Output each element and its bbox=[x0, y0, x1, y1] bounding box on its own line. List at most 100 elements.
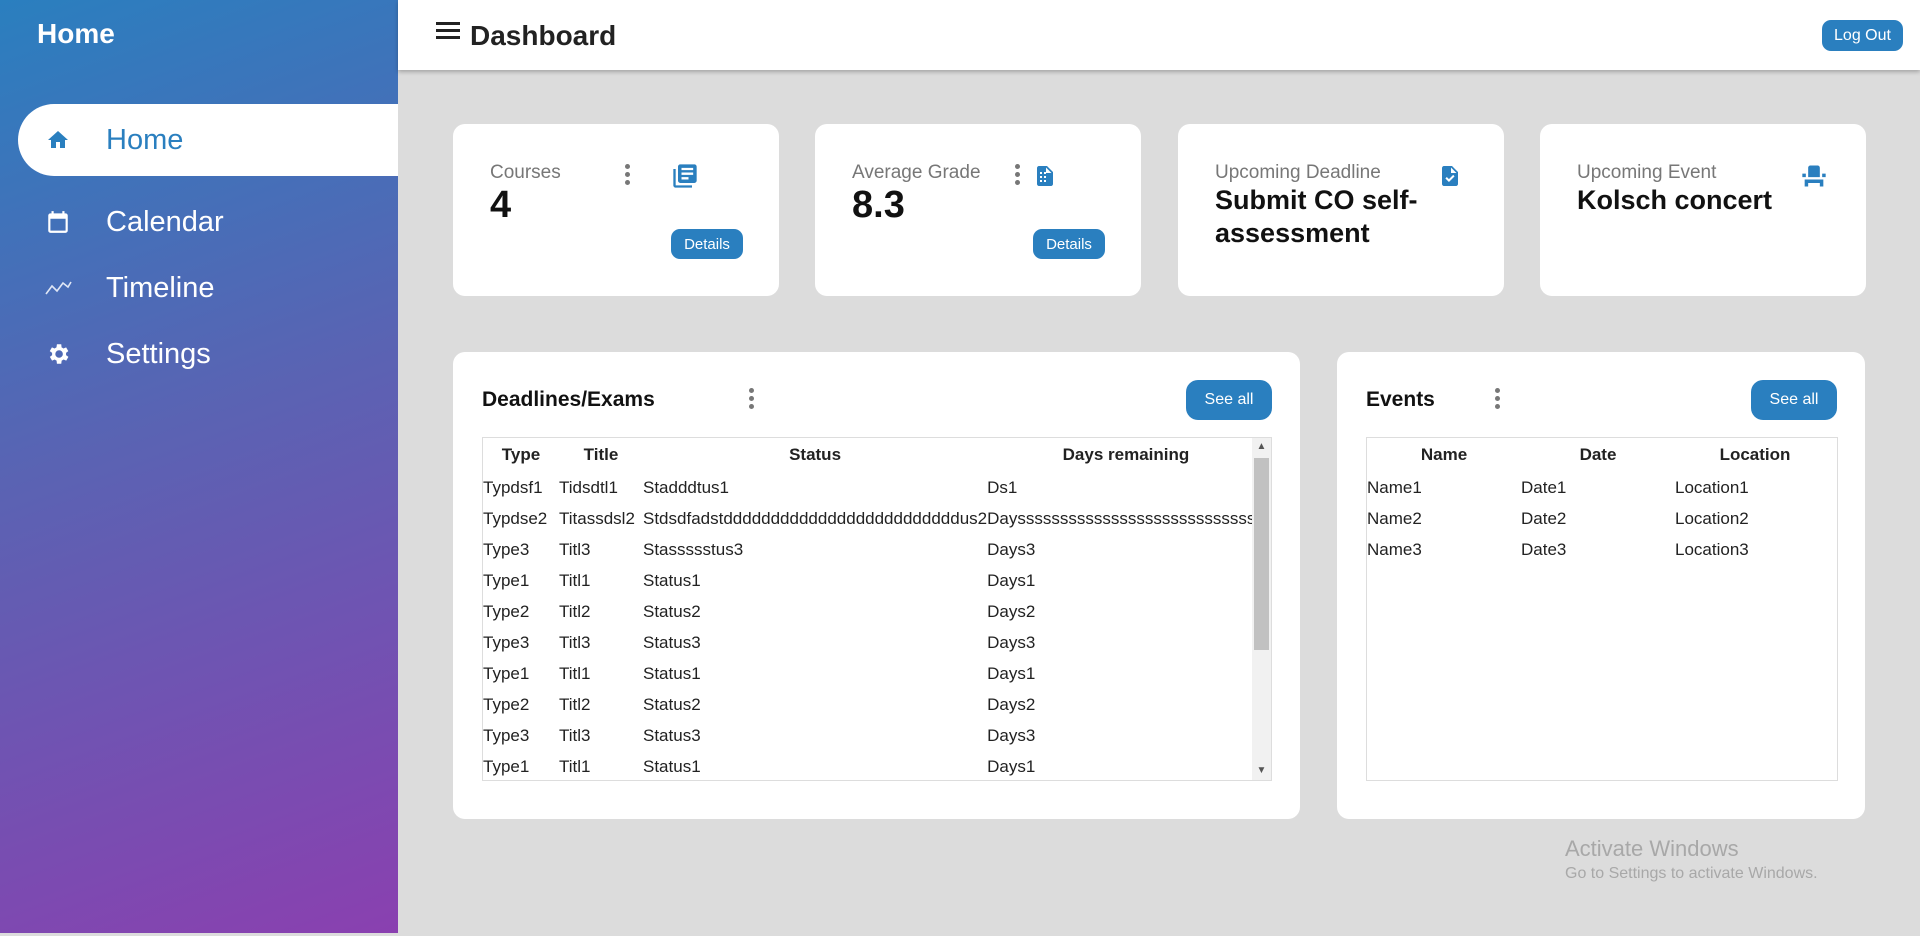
card-value: Kolsch concert bbox=[1577, 185, 1773, 215]
table-row[interactable]: Typdse2 Titassdsl2 Stdsdfadstddddddddddddd… bbox=[483, 503, 1265, 534]
card-label: Average Grade bbox=[852, 162, 981, 183]
column-header[interactable]: Title bbox=[559, 438, 643, 472]
table-cell: Type3 bbox=[483, 539, 530, 559]
table-row[interactable]: Type3 Titl3 Stassssstus3 Days3 bbox=[483, 534, 1265, 565]
table-cell: Stadddtus1 bbox=[643, 477, 730, 497]
see-all-button[interactable]: See all bbox=[1186, 380, 1272, 420]
table-row[interactable]: Type2 Titl2 Status2 Days2 bbox=[483, 689, 1265, 720]
table-cell: Titl3 bbox=[559, 725, 591, 745]
column-header[interactable]: Status bbox=[643, 438, 987, 472]
scrollbar-thumb[interactable] bbox=[1254, 458, 1269, 650]
more-options-icon[interactable] bbox=[1013, 164, 1021, 186]
scrollbar[interactable]: ▲ ▼ bbox=[1252, 438, 1271, 780]
courses-card: Courses 4 Details bbox=[453, 124, 779, 296]
column-header[interactable]: Date bbox=[1521, 438, 1675, 472]
more-options-icon[interactable] bbox=[747, 388, 755, 410]
sidebar: Home Home Calendar Timeline Settings bbox=[0, 0, 398, 933]
details-button[interactable]: Details bbox=[671, 229, 743, 259]
table-cell: Status2 bbox=[643, 601, 701, 621]
table-row[interactable]: Name2 Date2 Location2 bbox=[1367, 503, 1835, 534]
table-cell: Titassdsl2 bbox=[559, 508, 635, 528]
table-cell: Type1 bbox=[483, 663, 530, 683]
table-cell: Name2 bbox=[1367, 508, 1422, 528]
table-cell: Days2 bbox=[987, 601, 1036, 621]
table-cell: Days1 bbox=[987, 663, 1036, 683]
table-row[interactable]: Name1 Date1 Location1 bbox=[1367, 472, 1835, 503]
table-cell: Location2 bbox=[1675, 508, 1749, 528]
upcoming-deadline-card: Upcoming Deadline Submit CO self-assessm… bbox=[1178, 124, 1504, 296]
more-options-icon[interactable] bbox=[1493, 388, 1501, 410]
table-cell: Tidsdtl1 bbox=[559, 477, 618, 497]
table-cell: Titl1 bbox=[559, 570, 591, 590]
seat-icon bbox=[1800, 162, 1828, 190]
table-row[interactable]: Type1 Titl1 Status1 Days1 bbox=[483, 565, 1265, 596]
table-cell: Name3 bbox=[1367, 539, 1422, 559]
table-row[interactable]: Typdsf1 Tidsdtl1 Stadddtus1 Ds1 bbox=[483, 472, 1265, 503]
sidebar-item-label: Settings bbox=[106, 337, 211, 370]
table-cell: Titl3 bbox=[559, 539, 591, 559]
sidebar-item-settings[interactable]: Settings bbox=[18, 318, 398, 390]
top-bar: Dashboard Log Out bbox=[398, 0, 1920, 70]
table-cell: Name1 bbox=[1367, 477, 1422, 497]
more-options-icon[interactable] bbox=[623, 164, 631, 186]
table-row[interactable]: Type1 Titl1 Status1 Days1 bbox=[483, 751, 1265, 780]
table-row[interactable]: Type3 Titl3 Status3 Days3 bbox=[483, 720, 1265, 751]
table-cell: Titl1 bbox=[559, 663, 591, 683]
sidebar-item-label: Calendar bbox=[106, 205, 224, 238]
card-label: Courses bbox=[490, 162, 561, 183]
deadlines-table: Type Title Status Days remaining Typdsf1… bbox=[483, 438, 1265, 780]
card-value: Submit CO self-assessment bbox=[1215, 185, 1418, 248]
column-header[interactable]: Location bbox=[1675, 438, 1835, 472]
table-cell: Status3 bbox=[643, 632, 701, 652]
average-grade-card: Average Grade 8.3 Details bbox=[815, 124, 1141, 296]
watermark-subtitle: Go to Settings to activate Windows. bbox=[1565, 865, 1818, 882]
grade-icon bbox=[1033, 162, 1061, 190]
card-label: Upcoming Deadline bbox=[1215, 162, 1381, 183]
column-header[interactable]: Name bbox=[1367, 438, 1521, 472]
sidebar-item-label: Timeline bbox=[106, 271, 215, 304]
table-cell: Type2 bbox=[483, 694, 530, 714]
table-row[interactable]: Type3 Titl3 Status3 Days3 bbox=[483, 627, 1265, 658]
table-cell: Titl2 bbox=[559, 601, 591, 621]
table-cell: Typdse2 bbox=[483, 508, 548, 528]
home-icon bbox=[32, 128, 84, 152]
table-cell: Type2 bbox=[483, 601, 530, 621]
table-cell: Days1 bbox=[987, 570, 1036, 590]
table-cell: Days3 bbox=[987, 539, 1036, 559]
events-table-container[interactable]: Name Date Location Name1 Date1 Location1 Na… bbox=[1366, 437, 1838, 781]
column-header[interactable]: Type bbox=[483, 438, 559, 472]
table-cell: Ds1 bbox=[987, 477, 1018, 497]
column-header[interactable]: Days remaining bbox=[987, 438, 1265, 472]
table-cell: Status2 bbox=[643, 694, 701, 714]
events-panel: Events See all Name Date Location Name1 D… bbox=[1337, 352, 1865, 819]
courses-icon bbox=[671, 162, 699, 190]
events-table: Name Date Location Name1 Date1 Location1 Na… bbox=[1367, 438, 1835, 565]
table-row[interactable]: Type1 Titl1 Status1 Days1 bbox=[483, 658, 1265, 689]
table-row[interactable]: Name3 Date3 Location3 bbox=[1367, 534, 1835, 565]
scroll-down-arrow-icon[interactable]: ▼ bbox=[1252, 762, 1271, 780]
table-cell: Location3 bbox=[1675, 539, 1749, 559]
sidebar-item-calendar[interactable]: Calendar bbox=[18, 186, 398, 258]
table-header-row: Type Title Status Days remaining bbox=[483, 438, 1265, 472]
windows-activation-watermark: Activate Windows Go to Settings to activ… bbox=[1565, 836, 1818, 883]
menu-icon[interactable] bbox=[436, 22, 460, 42]
table-cell: Type1 bbox=[483, 756, 530, 776]
table-header-row: Name Date Location bbox=[1367, 438, 1835, 472]
sidebar-item-timeline[interactable]: Timeline bbox=[18, 252, 398, 324]
deadlines-table-container[interactable]: Type Title Status Days remaining Typdsf1… bbox=[482, 437, 1272, 781]
table-cell: Type1 bbox=[483, 570, 530, 590]
table-cell: Date3 bbox=[1521, 539, 1567, 559]
see-all-button[interactable]: See all bbox=[1751, 380, 1837, 420]
task-check-icon bbox=[1438, 162, 1466, 190]
card-label: Upcoming Event bbox=[1577, 162, 1717, 183]
table-row[interactable]: Type2 Titl2 Status2 Days2 bbox=[483, 596, 1265, 627]
sidebar-brand[interactable]: Home bbox=[37, 18, 115, 50]
sidebar-item-home[interactable]: Home bbox=[18, 104, 398, 176]
scroll-up-arrow-icon[interactable]: ▲ bbox=[1252, 438, 1271, 456]
card-value: 8.3 bbox=[852, 184, 905, 226]
table-cell: Date1 bbox=[1521, 477, 1567, 497]
table-cell: Status3 bbox=[643, 725, 701, 745]
details-button[interactable]: Details bbox=[1033, 229, 1105, 259]
logout-button[interactable]: Log Out bbox=[1822, 20, 1903, 51]
calendar-icon bbox=[32, 208, 84, 236]
